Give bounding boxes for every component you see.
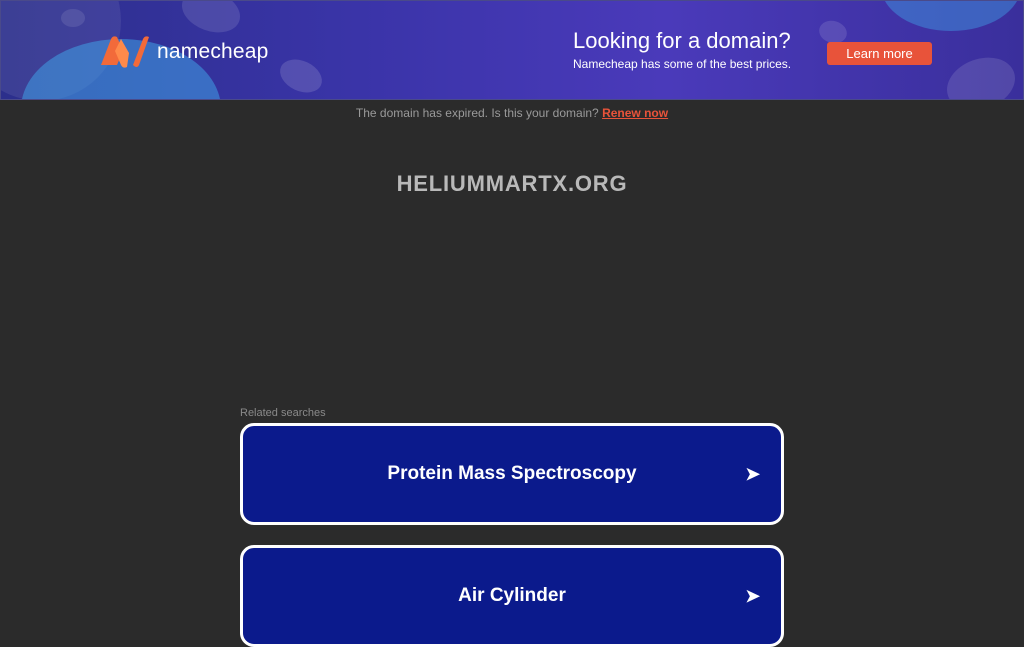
banner-decoration [939, 48, 1023, 99]
banner-decoration [274, 53, 328, 99]
expired-notice: The domain has expired. Is this your dom… [0, 106, 1024, 120]
arrow-right-icon: ➤ [744, 463, 761, 486]
namecheap-logo-icon [101, 36, 149, 68]
learn-more-button[interactable]: Learn more [827, 42, 932, 65]
expired-notice-text: The domain has expired. Is this your dom… [355, 106, 599, 120]
brand-name: namecheap [157, 40, 269, 63]
renew-now-link[interactable]: Renew now [602, 106, 668, 120]
banner-decoration [881, 1, 1021, 31]
domain-name-title: HELIUMMARTX.ORG [396, 171, 628, 196]
related-search-item[interactable]: Air Cylinder ➤ [240, 545, 784, 647]
promo-banner[interactable]: namecheap Looking for a domain? Namechea… [0, 0, 1024, 100]
promo-subtitle: Namecheap has some of the best prices. [573, 57, 792, 71]
promo-title: Looking for a domain? [573, 28, 791, 53]
promo-text: Looking for a domain? Namecheap has some… [573, 28, 791, 71]
related-search-item[interactable]: Protein Mass Spectroscopy ➤ [240, 423, 784, 525]
related-searches-heading: Related searches [240, 407, 326, 419]
arrow-right-icon: ➤ [744, 585, 761, 608]
related-search-label: Air Cylinder [458, 585, 566, 606]
namecheap-logo[interactable]: namecheap [99, 35, 269, 69]
banner-decoration [61, 9, 85, 27]
related-search-label: Protein Mass Spectroscopy [387, 463, 637, 484]
